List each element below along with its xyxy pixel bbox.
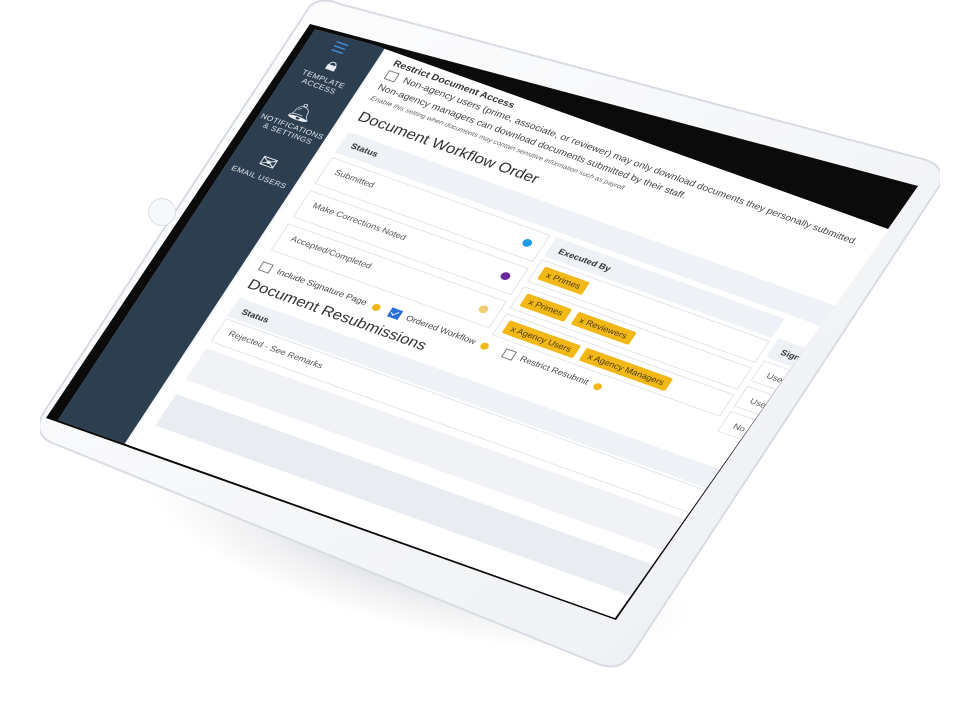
include-signature-checkbox[interactable] [257,261,274,274]
status-name: Submitted [332,167,377,190]
help-dot-icon[interactable] [591,381,604,391]
sidebar-item-email-users[interactable]: ✉ EMAIL USERS [223,144,306,193]
help-dot-icon[interactable] [479,341,491,351]
home-button[interactable] [148,198,176,226]
ordered-workflow-checkbox[interactable] [386,307,404,320]
role-tag[interactable]: x Primes [536,266,590,296]
help-dot-icon[interactable] [370,302,382,312]
resubmissions-status-header: Status [239,307,272,325]
restrict-resubmit-checkbox[interactable] [500,348,518,361]
restrict-access-checkbox[interactable] [383,70,400,83]
role-tag[interactable]: x Primes [519,293,573,322]
status-column-header: Status [348,141,381,159]
